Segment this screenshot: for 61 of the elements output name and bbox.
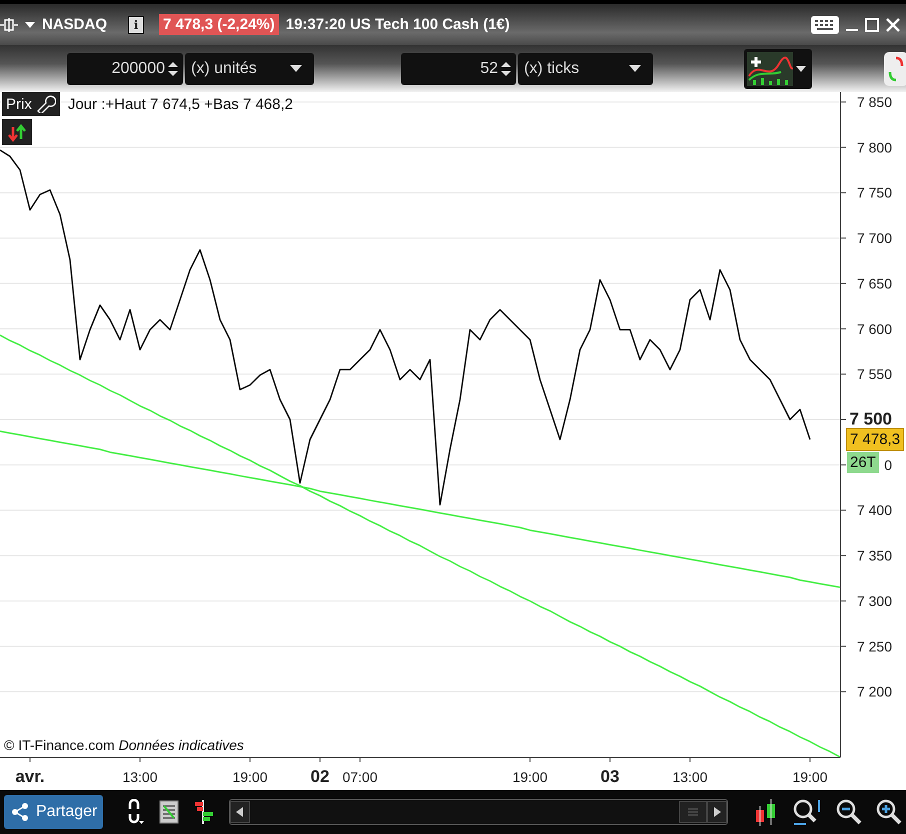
price-tag: 7 478,3	[846, 428, 904, 452]
tick-count-badge: 26T	[847, 452, 879, 474]
axis-label: 7 650	[856, 275, 892, 292]
instrument-name: NASDAQ	[42, 16, 108, 33]
axis-label: 7 750	[856, 184, 892, 201]
axis-label: 7 300	[856, 592, 892, 609]
chart-type-icon[interactable]	[754, 798, 778, 826]
instrument-description: 19:37:20 US Tech 100 Cash (1€)	[286, 16, 510, 33]
scrollbar[interactable]	[229, 799, 728, 825]
axis-label: 19:00	[792, 769, 828, 785]
caret-icon	[629, 65, 641, 72]
zoom-fit-icon[interactable]	[792, 798, 822, 826]
candlestick-icon[interactable]	[0, 16, 18, 34]
axis-label: 7 350	[856, 548, 892, 564]
axis-label: 7 800	[856, 139, 892, 156]
price-badge: 7 478,3 (-2,24%)	[159, 14, 279, 35]
indicators-icon	[747, 52, 793, 86]
caret-icon	[290, 65, 302, 72]
share-button[interactable]: Partager	[4, 795, 104, 829]
list-icon[interactable]	[159, 800, 180, 824]
axis-label: 7 600	[856, 320, 892, 337]
wrench-icon	[36, 95, 56, 113]
axis-label: 7 400	[856, 502, 892, 518]
axis-label: 19:00	[512, 769, 548, 785]
swap-arrows-icon[interactable]	[2, 119, 32, 145]
ticks-field[interactable]: 52	[401, 52, 516, 84]
arrows-icon[interactable]	[884, 50, 906, 88]
axis-label: 19:00	[232, 769, 268, 785]
axis-label: avr.	[15, 767, 45, 786]
left-arrow-icon[interactable]	[236, 807, 244, 817]
right-arrow-icon[interactable]	[713, 807, 721, 817]
axis-label: 7 200	[856, 684, 892, 700]
daily-range: Jour :+Haut 7 674,5 +Bas 7 468,2	[68, 96, 294, 112]
maximize-icon[interactable]	[865, 18, 879, 32]
caret-icon[interactable]	[25, 22, 35, 28]
axis-label: 7 850	[856, 94, 892, 110]
axis-label: 13:00	[122, 769, 158, 785]
zoom-out-icon[interactable]	[836, 799, 862, 825]
axis-label: 02	[310, 767, 330, 786]
keyboard-icon[interactable]	[811, 16, 839, 34]
share-icon	[10, 802, 30, 822]
info-button[interactable]: i	[128, 16, 144, 34]
axis-label: 7 500	[849, 410, 892, 428]
close-icon[interactable]	[886, 18, 900, 32]
order-book-icon[interactable]	[193, 799, 216, 825]
axis-label: 07:00	[342, 769, 378, 785]
axis-label: 13:00	[672, 769, 708, 785]
zoom-in-icon[interactable]	[876, 799, 902, 825]
axis-label: 03	[600, 767, 620, 786]
grip-icon[interactable]	[688, 808, 698, 816]
price-legend[interactable]: Prix	[2, 92, 60, 116]
ticks-dropdown[interactable]: (x) ticks	[518, 52, 653, 84]
indicators-button[interactable]	[744, 48, 812, 88]
data-credit: © IT-Finance.com Données indicatives	[4, 737, 244, 753]
quantity-field[interactable]: 200000	[67, 52, 183, 84]
axis-label: 7 550	[856, 366, 892, 382]
axis-label: 0	[884, 456, 892, 473]
axis-label: 7 700	[856, 230, 892, 246]
axis-label: 7 250	[856, 638, 892, 654]
caret-icon	[796, 66, 806, 72]
unit-dropdown[interactable]: (x) unités	[185, 52, 314, 84]
